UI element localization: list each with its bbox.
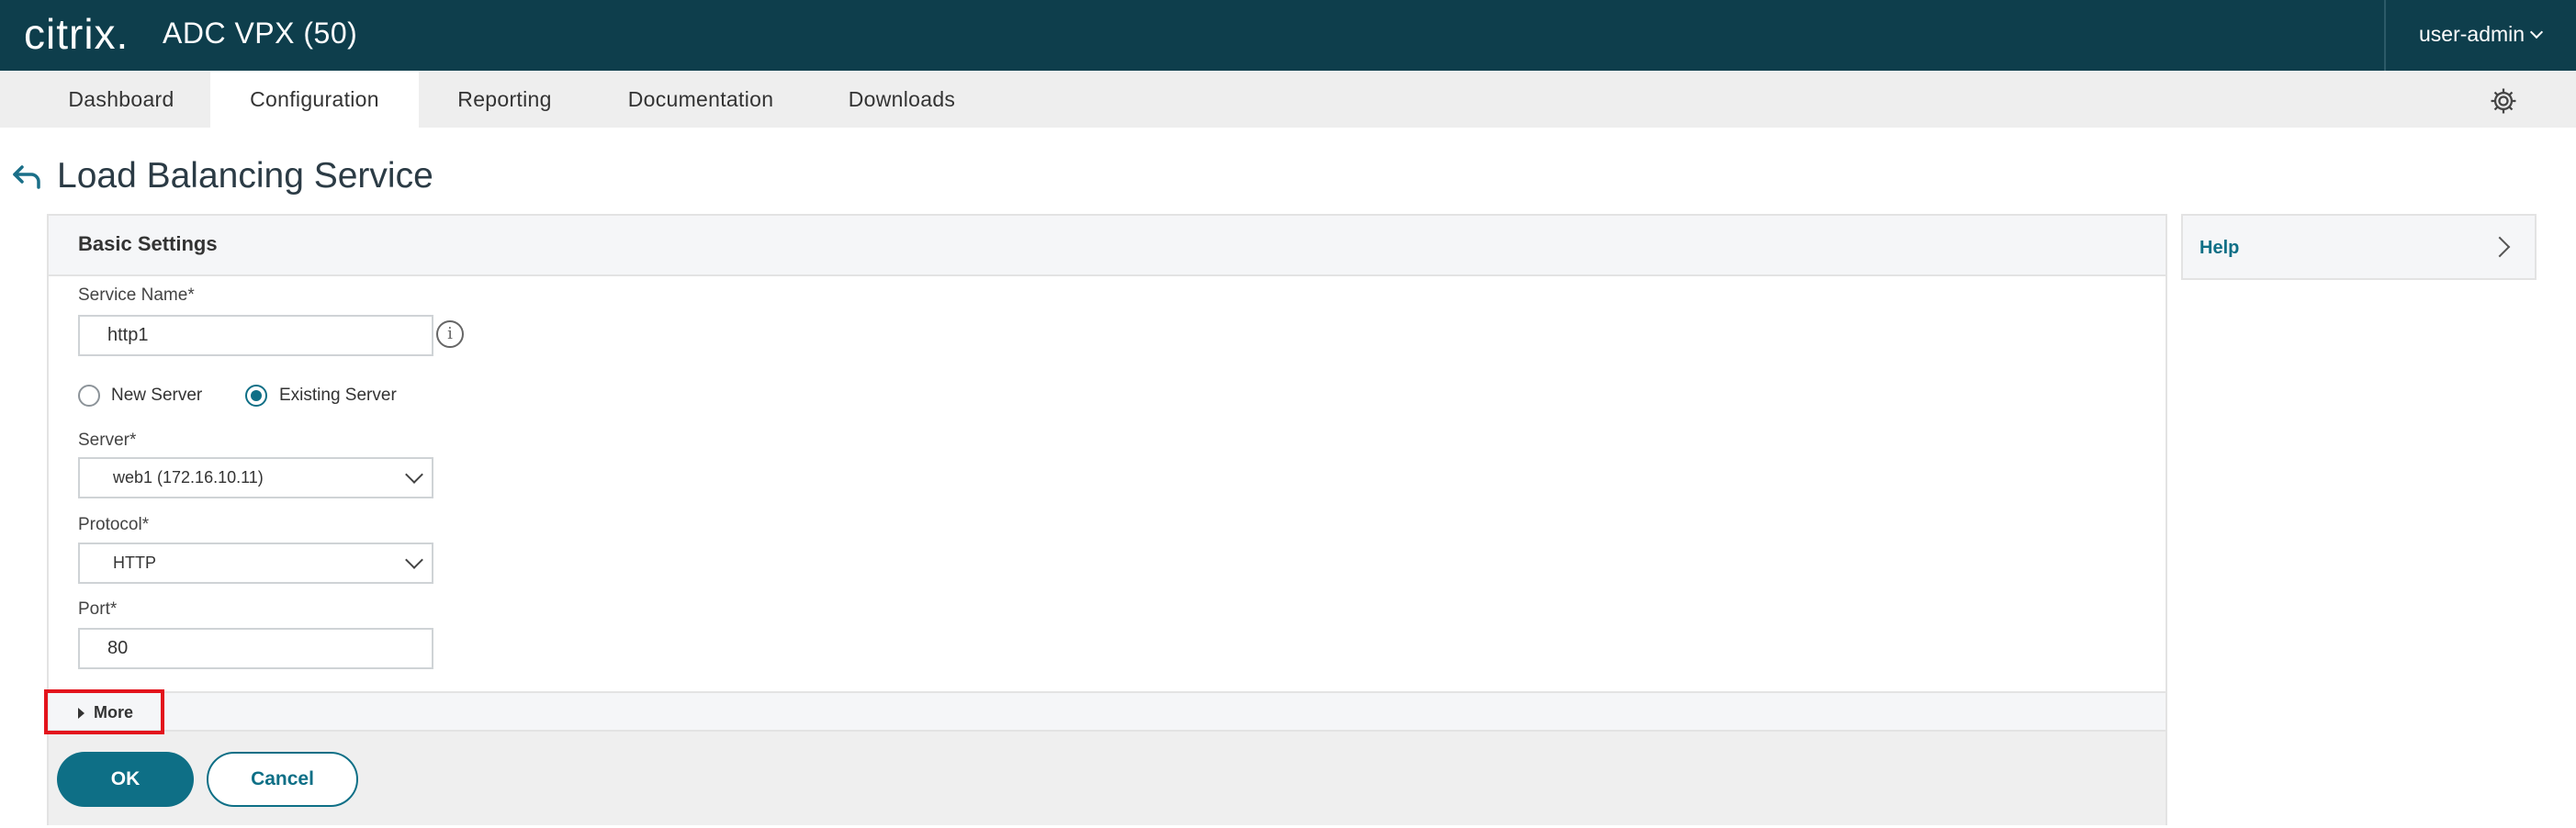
- service-name-input[interactable]: http1: [78, 315, 433, 356]
- protocol-select[interactable]: HTTP: [78, 543, 433, 584]
- page-title: Load Balancing Service: [57, 156, 433, 196]
- tab-dashboard[interactable]: Dashboard: [39, 71, 204, 128]
- app-title: ADC VPX (50): [163, 17, 358, 50]
- tab-downloads[interactable]: Downloads: [832, 71, 972, 128]
- ok-button[interactable]: OK: [57, 752, 194, 807]
- tab-reporting[interactable]: Reporting: [430, 71, 579, 128]
- top-bar: citrix. ADC VPX (50) user-admin: [0, 0, 2576, 71]
- basic-settings-panel: Basic Settings Service Name* http1 i New…: [47, 214, 2167, 825]
- new-server-label: New Server: [111, 386, 203, 405]
- chevron-right-icon: [2489, 236, 2511, 258]
- cancel-button[interactable]: Cancel: [207, 752, 358, 807]
- help-panel[interactable]: Help: [2181, 214, 2537, 280]
- more-section: More: [49, 691, 2165, 732]
- user-name: user-admin: [2419, 22, 2525, 46]
- server-select-value: web1 (172.16.10.11): [113, 468, 264, 487]
- help-label: Help: [2199, 238, 2240, 258]
- main-nav: Dashboard Configuration Reporting Docume…: [0, 71, 2576, 128]
- chevron-down-icon: [405, 465, 423, 484]
- citrix-logo: citrix.: [24, 10, 129, 58]
- back-arrow-icon[interactable]: [11, 163, 44, 191]
- existing-server-label: Existing Server: [279, 386, 397, 405]
- port-input[interactable]: 80: [78, 628, 433, 669]
- section-title: Basic Settings: [78, 232, 218, 255]
- gear-icon[interactable]: [2488, 85, 2519, 117]
- existing-server-radio[interactable]: [245, 385, 267, 407]
- highlight-annotation: [44, 689, 164, 734]
- header-divider: [2384, 0, 2386, 71]
- tab-documentation[interactable]: Documentation: [609, 71, 793, 128]
- server-select[interactable]: web1 (172.16.10.11): [78, 457, 433, 498]
- info-icon[interactable]: i: [436, 320, 464, 348]
- service-name-label: Service Name*: [78, 285, 195, 305]
- user-menu[interactable]: user-admin: [2419, 22, 2544, 47]
- new-server-radio[interactable]: [78, 385, 100, 407]
- server-label: Server*: [78, 431, 137, 450]
- form-footer: OK Cancel: [49, 732, 2165, 825]
- port-label: Port*: [78, 599, 118, 619]
- chevron-down-icon: [405, 551, 423, 569]
- protocol-select-value: HTTP: [113, 554, 156, 572]
- panel-header: Basic Settings: [49, 216, 2165, 276]
- tab-configuration[interactable]: Configuration: [210, 71, 419, 128]
- chevron-down-icon: [2529, 25, 2544, 39]
- protocol-label: Protocol*: [78, 515, 150, 534]
